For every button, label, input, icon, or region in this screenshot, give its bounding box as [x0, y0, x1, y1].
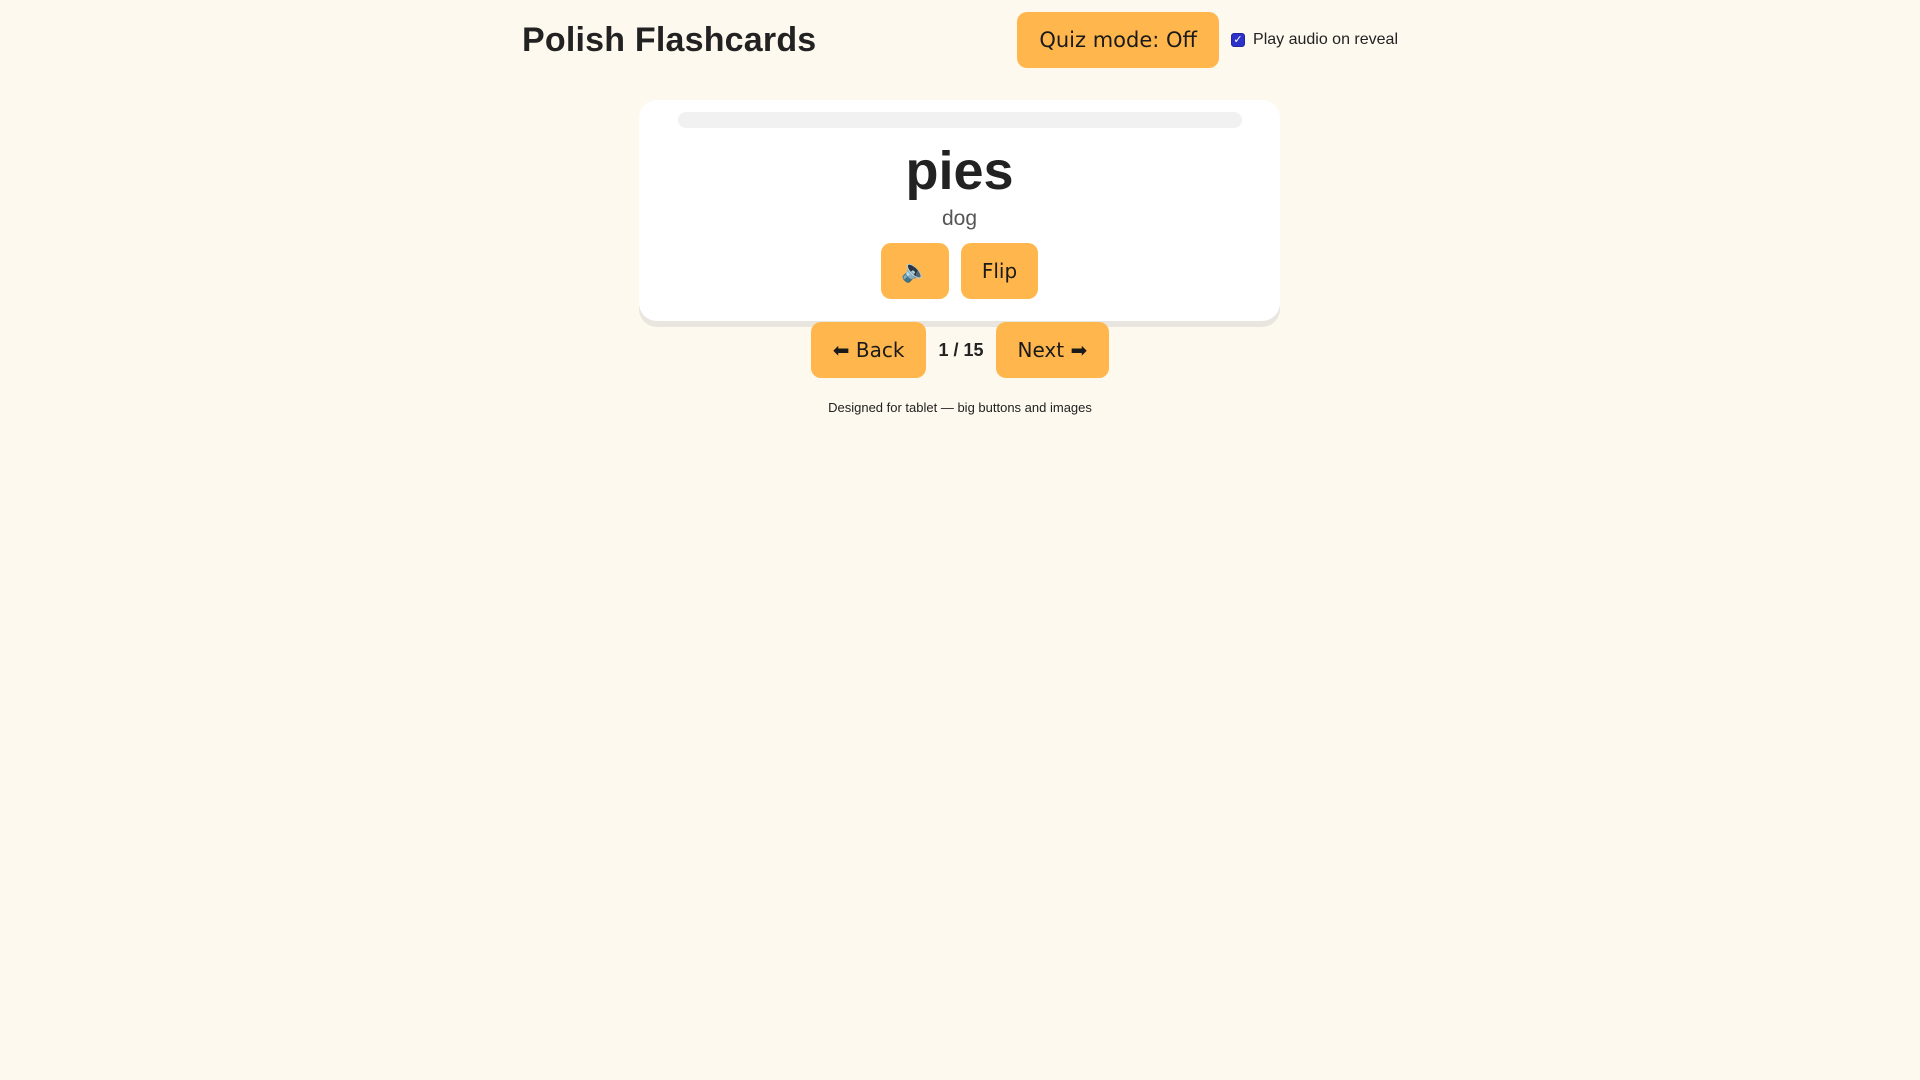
flashcard[interactable]: pies dog 🔈 Flip	[639, 100, 1280, 321]
card-navigation: ⬅ Back 1 / 15 Next ➡	[0, 322, 1920, 378]
card-actions: 🔈 Flip	[881, 243, 1038, 299]
play-audio-toggle[interactable]: ✓ Play audio on reveal	[1231, 31, 1398, 49]
page-container: Polish Flashcards Quiz mode: Off ✓ Play …	[522, 0, 1398, 80]
play-audio-label: Play audio on reveal	[1253, 31, 1398, 48]
header: Polish Flashcards Quiz mode: Off ✓ Play …	[522, 0, 1398, 80]
checkmark-icon: ✓	[1233, 33, 1243, 46]
progress-bar	[677, 112, 1242, 128]
flashcard-wrapper: pies dog 🔈 Flip	[639, 100, 1280, 321]
flashcard-translation: dog	[941, 207, 978, 230]
quiz-mode-button[interactable]: Quiz mode: Off	[1017, 12, 1220, 68]
header-controls: Quiz mode: Off ✓ Play audio on reveal	[1017, 12, 1398, 68]
next-button[interactable]: Next ➡	[995, 322, 1110, 378]
play-audio-checkbox[interactable]: ✓	[1231, 33, 1246, 47]
play-audio-button[interactable]: 🔈	[881, 243, 949, 299]
app-title: Polish Flashcards	[522, 20, 817, 59]
flip-button[interactable]: Flip	[961, 243, 1038, 299]
flashcard-word: pies	[905, 141, 1014, 201]
speaker-icon: 🔈	[901, 258, 929, 284]
back-button[interactable]: ⬅ Back	[810, 322, 927, 378]
footer-note: Designed for tablet — big buttons and im…	[828, 400, 1092, 415]
card-counter: 1 / 15	[938, 339, 984, 360]
